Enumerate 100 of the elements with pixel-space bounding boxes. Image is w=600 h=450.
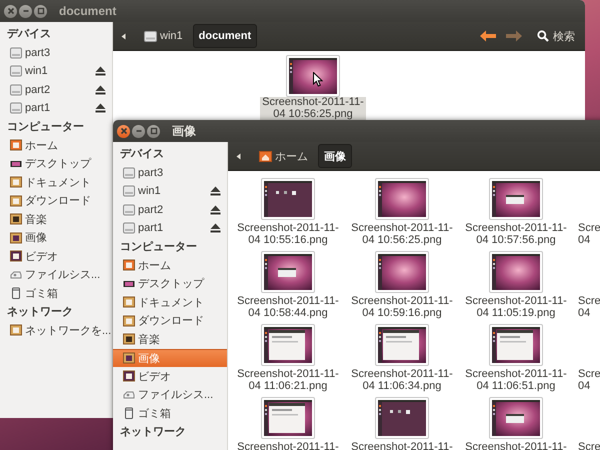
file-name[interactable]: Screenshot-2011-11- 04 10:55:16.png — [235, 222, 341, 246]
video-folder-icon — [123, 370, 135, 382]
sidebar-item[interactable]: part2 — [113, 200, 227, 219]
sidebar-item[interactable]: ダウンロード — [0, 192, 112, 210]
eject-icon[interactable] — [95, 84, 106, 95]
thumbnail[interactable] — [375, 251, 429, 293]
sidebar-item[interactable]: デスクトップ — [113, 274, 227, 293]
close-button[interactable] — [4, 4, 17, 18]
sidebar-heading: デバイス — [7, 27, 52, 42]
document-folder-icon — [10, 176, 22, 188]
sidebar-item[interactable]: ホーム — [113, 256, 227, 274]
search-button[interactable]: 検索 — [533, 28, 579, 44]
sidebar-item[interactable]: ドキュメント — [0, 173, 112, 192]
thumbnail[interactable] — [489, 251, 543, 293]
eject-icon[interactable] — [210, 223, 221, 234]
sidebar-item[interactable]: ファイルシス... — [0, 266, 112, 284]
thumbnail[interactable] — [375, 397, 429, 439]
file-name[interactable]: Screenshot-2011-11- 04 11:06:51.png — [463, 368, 569, 392]
window-title: document — [59, 4, 116, 18]
sidebar-item[interactable]: ファイルシス... — [113, 386, 227, 404]
forward-arrow-icon[interactable] — [505, 29, 523, 43]
sidebar-heading: コンピューター — [120, 240, 198, 254]
home-folder-icon — [10, 139, 22, 152]
maximize-button[interactable] — [147, 124, 160, 138]
sidebar-item[interactable]: win1 — [0, 62, 112, 80]
eject-icon[interactable] — [210, 186, 221, 196]
scroll-left-icon[interactable] — [236, 152, 241, 160]
thumbnail[interactable] — [375, 324, 429, 366]
maximize-button[interactable] — [34, 4, 47, 18]
thumbnail[interactable] — [286, 55, 340, 97]
file-name[interactable]: Screenshot-2011-11- 04 11:06:34.png — [349, 368, 455, 392]
video-folder-icon — [10, 250, 22, 262]
thumbnail[interactable] — [261, 324, 315, 366]
close-icon — [120, 127, 128, 135]
file-name[interactable]: Screenshot-2011-11- — [463, 441, 569, 450]
thumbnail[interactable] — [261, 178, 315, 220]
music-folder-icon — [123, 333, 135, 346]
file-name[interactable]: Scre 04 — [573, 368, 600, 392]
eject-icon[interactable] — [95, 103, 106, 114]
drive-icon — [10, 102, 22, 114]
sidebar-item[interactable]: ビデオ — [0, 247, 112, 266]
file-name[interactable]: Screenshot-2011-11- 04 10:57:56.png — [463, 222, 569, 246]
file-name[interactable]: Scre — [573, 441, 600, 450]
scroll-left-icon[interactable] — [121, 32, 126, 40]
path-button[interactable]: 画像 — [318, 144, 352, 168]
file-name[interactable]: Scre 04 — [573, 222, 600, 246]
path-button[interactable]: win1 — [138, 24, 189, 48]
drive-icon — [10, 46, 22, 59]
thumbnail[interactable] — [261, 397, 315, 439]
path-button[interactable]: document — [192, 24, 258, 48]
file-name[interactable]: Screenshot-2011-11- 04 11:05:19.png — [463, 295, 569, 319]
sidebar-item[interactable]: ダウンロード — [113, 312, 227, 330]
file-name[interactable]: Screenshot-2011-11- 04 10:59:16.png — [349, 295, 455, 319]
eject-icon[interactable] — [95, 66, 106, 76]
sidebar-item[interactable]: win1 — [113, 182, 227, 200]
download-folder-icon — [10, 194, 22, 207]
file-name[interactable]: Scre 04 — [573, 295, 600, 319]
sidebar-item[interactable]: ビデオ — [113, 367, 227, 386]
sidebar-item[interactable]: ゴミ箱 — [0, 284, 112, 302]
back-arrow-icon[interactable] — [479, 29, 497, 43]
sidebar-item[interactable]: 音楽 — [0, 210, 112, 228]
sidebar-heading: ネットワーク — [7, 304, 74, 320]
thumbnail[interactable] — [375, 178, 429, 220]
sidebar-item[interactable]: ネットワークを... — [0, 321, 112, 340]
sidebar-item[interactable]: part1 — [113, 219, 227, 238]
eject-icon[interactable] — [210, 204, 221, 215]
thumbnail[interactable] — [261, 251, 315, 293]
sidebar-item[interactable]: デスクトップ — [0, 154, 112, 173]
sidebar-item[interactable]: 画像 — [0, 228, 112, 247]
home-folder-icon — [123, 259, 135, 272]
file-name[interactable]: Screenshot-2011-11- — [349, 441, 455, 450]
file-name[interactable]: Screenshot-2011-11- 04 10:56:25.png — [349, 222, 455, 246]
picture-folder-icon — [10, 232, 22, 244]
close-button[interactable] — [117, 124, 130, 138]
sidebar-item[interactable]: part3 — [0, 44, 112, 62]
file-name[interactable]: Screenshot-2011-11- 04 11:06:21.png — [235, 368, 341, 392]
sidebar-item[interactable]: part3 — [113, 164, 227, 182]
minimize-button[interactable] — [132, 124, 145, 138]
home-folder-icon — [259, 150, 272, 162]
sidebar-item[interactable]: 音楽 — [113, 330, 227, 348]
sidebar-item[interactable]: ホーム — [0, 136, 112, 154]
sidebar-item[interactable]: part2 — [0, 80, 112, 99]
thumbnail[interactable] — [489, 324, 543, 366]
sidebar-item[interactable]: ゴミ箱 — [113, 404, 227, 422]
drive-icon — [123, 204, 135, 216]
sidebar-item[interactable]: part1 — [0, 99, 112, 118]
thumbnail[interactable] — [489, 397, 543, 439]
file-name[interactable]: Screenshot-2011-11- 04 10:58:44.png — [235, 295, 341, 319]
sidebar-item[interactable]: ドキュメント — [113, 293, 227, 312]
minimize-button[interactable] — [19, 4, 32, 18]
thumbnail[interactable] — [489, 178, 543, 220]
filesystem-icon — [10, 268, 22, 281]
maximize-icon — [36, 7, 44, 15]
path-button[interactable]: ホーム — [253, 144, 314, 168]
document-folder-icon — [123, 296, 135, 308]
file-name[interactable]: Screenshot-2011-11- — [235, 441, 341, 450]
download-folder-icon — [123, 314, 135, 327]
file-name[interactable]: Screenshot-2011-11- 04 10:56:25.png — [260, 97, 366, 120]
drive-icon — [123, 185, 135, 198]
music-folder-icon — [10, 213, 22, 226]
